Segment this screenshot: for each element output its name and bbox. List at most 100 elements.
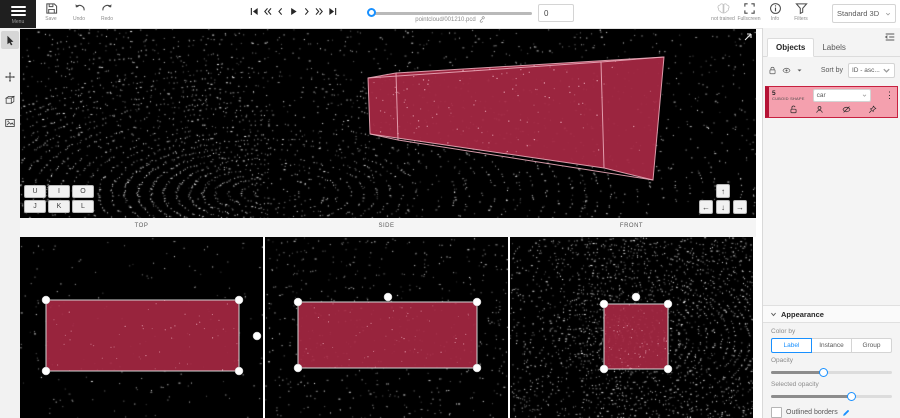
sidebar-collapse-button[interactable]	[884, 31, 896, 43]
arrow-right-button[interactable]: →	[733, 200, 747, 214]
info-icon	[769, 2, 782, 15]
selected-opacity-slider-handle[interactable]	[847, 392, 856, 401]
resize-handle-front[interactable]	[664, 365, 672, 373]
lock-all-icon[interactable]	[768, 66, 777, 75]
resize-handle-top[interactable]	[235, 367, 243, 375]
photo-context-tool-button[interactable]	[1, 114, 19, 132]
undo-icon	[73, 2, 86, 15]
front-view-label: FRONT	[510, 223, 753, 229]
forward-jump-button[interactable]	[313, 4, 325, 19]
filters-button[interactable]: Filters	[788, 2, 814, 26]
arrow-up-button[interactable]: ↑	[716, 184, 730, 198]
color-by-instance-option[interactable]: Instance	[811, 338, 852, 353]
arrow-down-button[interactable]: ↓	[716, 200, 730, 214]
arrow-left-icon: ←	[702, 203, 710, 212]
appearance-header[interactable]: Appearance	[763, 305, 900, 323]
play-icon	[288, 6, 299, 17]
redo-button[interactable]: Redo	[94, 2, 120, 26]
object-actions-menu-button[interactable]: ⋮	[885, 91, 894, 100]
arrow-down-icon: ↓	[721, 203, 725, 212]
left-tool-sidebar	[0, 28, 20, 418]
save-button[interactable]: Save	[38, 2, 64, 26]
outlined-borders-checkbox[interactable]	[771, 407, 782, 418]
key-l-button[interactable]: L	[72, 200, 94, 213]
play-button[interactable]	[287, 4, 299, 19]
move-tool-button[interactable]	[1, 68, 19, 86]
object-label-select[interactable]: car	[813, 89, 871, 102]
resize-handle-top[interactable]	[42, 296, 50, 304]
tab-objects[interactable]: Objects	[767, 38, 814, 57]
occluded-user-icon[interactable]	[815, 105, 824, 114]
undo-button[interactable]: Undo	[66, 2, 92, 26]
color-by-group-option[interactable]: Group	[851, 338, 892, 353]
cuboid-projection-rect-top[interactable]	[46, 300, 239, 371]
object-list-item[interactable]: 5 CUBOID SHAPE car ⋮	[765, 86, 898, 118]
resize-handle-top[interactable]	[235, 296, 243, 304]
chevron-down-icon	[885, 11, 891, 17]
object-label-value: car	[817, 92, 826, 99]
color-picker-pen-icon[interactable]	[842, 409, 850, 417]
cuboid-projection-rect-front[interactable]	[604, 304, 668, 369]
last-frame-icon	[327, 6, 338, 17]
resize-handle-side[interactable]	[294, 298, 302, 306]
resize-handle-side[interactable]	[294, 364, 302, 372]
pin-icon[interactable]	[868, 105, 877, 114]
link-icon[interactable]	[478, 16, 485, 23]
objects-sidebar: Objects Labels Sort by ID - asc... 5 CUB…	[762, 28, 900, 418]
eye-hidden-icon[interactable]	[842, 105, 851, 114]
key-u-button[interactable]: U	[24, 185, 46, 198]
tab-labels[interactable]: Labels	[814, 39, 854, 56]
key-i-button[interactable]: I	[48, 185, 70, 198]
selected-opacity-slider-track	[771, 395, 851, 398]
frame-number-input[interactable]	[538, 4, 574, 22]
resize-handle-top[interactable]	[253, 332, 261, 340]
color-by-label-option[interactable]: Label	[771, 338, 812, 353]
previous-frame-icon	[275, 6, 286, 17]
main-menu-button[interactable]: Menu	[0, 0, 36, 28]
fullscreen-button[interactable]: Fullscreen	[736, 2, 762, 26]
brain-icon	[717, 2, 730, 15]
key-k-button[interactable]: K	[48, 200, 70, 213]
sort-select[interactable]: ID - asc...	[848, 63, 895, 78]
menu-label: Menu	[12, 19, 25, 25]
info-button[interactable]: Info	[762, 2, 788, 26]
object-id-block: 5 CUBOID SHAPE	[772, 90, 805, 102]
workspace-select-value: Standard 3D	[837, 9, 879, 18]
objects-list-header: Sort by ID - asc...	[763, 57, 900, 83]
last-frame-button[interactable]	[326, 4, 338, 19]
key-o-button[interactable]: O	[72, 185, 94, 198]
resize-handle-front[interactable]	[600, 300, 608, 308]
cuboid-projection-rect-side[interactable]	[298, 302, 477, 368]
expand-all-caret-icon[interactable]	[796, 67, 803, 74]
resize-handle-side[interactable]	[473, 364, 481, 372]
key-j-button[interactable]: J	[24, 200, 46, 213]
appearance-panel: Appearance Color by Label Instance Group…	[763, 305, 900, 418]
resize-perspective-button[interactable]	[742, 31, 754, 43]
ai-tools-button[interactable]: not trained	[710, 2, 736, 26]
resize-handle-side[interactable]	[384, 293, 392, 301]
selected-opacity-slider[interactable]	[771, 391, 892, 401]
resize-handle-top[interactable]	[42, 367, 50, 375]
cursor-icon	[4, 34, 16, 46]
resize-handle-side[interactable]	[473, 298, 481, 306]
move-icon	[4, 71, 16, 83]
resize-handle-front[interactable]	[664, 300, 672, 308]
cursor-tool-button[interactable]	[1, 31, 19, 49]
opacity-slider[interactable]	[771, 367, 892, 377]
opacity-slider-handle[interactable]	[819, 368, 828, 377]
workspace-select[interactable]: Standard 3D	[832, 4, 896, 23]
arrow-left-button[interactable]: ←	[699, 200, 713, 214]
first-frame-button[interactable]	[248, 4, 260, 19]
ai-tools-label: not trained	[711, 16, 735, 22]
backward-jump-button[interactable]	[261, 4, 273, 19]
chevron-down-icon	[862, 93, 867, 98]
filename-row: pointcloud/001210.pcd	[375, 16, 525, 23]
draw-cuboid-tool-button[interactable]	[1, 91, 19, 109]
resize-handle-front[interactable]	[600, 365, 608, 373]
object-shape-type: CUBOID SHAPE	[772, 97, 805, 101]
unlock-icon[interactable]	[789, 105, 798, 114]
next-frame-button[interactable]	[300, 4, 312, 19]
resize-handle-front[interactable]	[632, 293, 640, 301]
hide-all-icon[interactable]	[782, 66, 791, 75]
previous-frame-button[interactable]	[274, 4, 286, 19]
